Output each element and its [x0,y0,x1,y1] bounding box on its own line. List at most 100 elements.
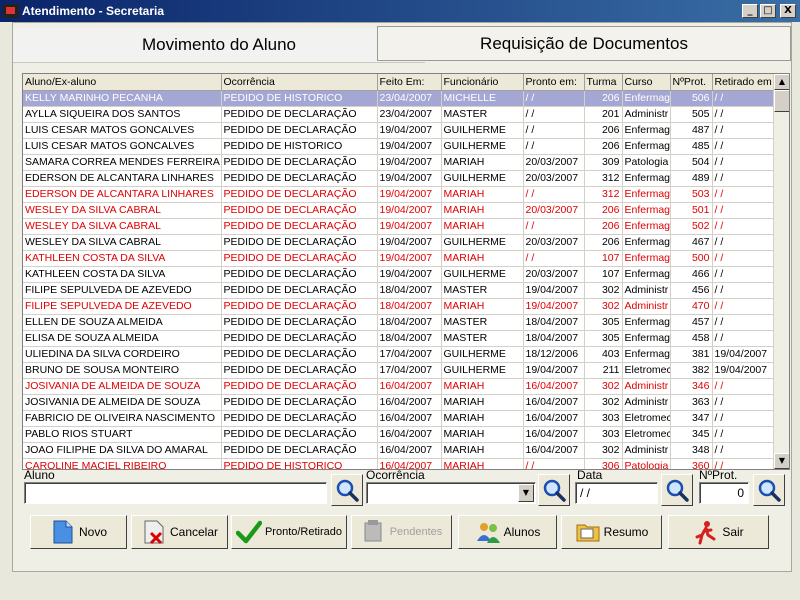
tab-movimento-aluno[interactable]: Movimento do Aluno [13,28,425,63]
table-cell: PEDIDO DE HISTORICO [221,458,378,469]
ocorrencia-label: Ocorrência [366,468,425,482]
table-cell: 505 [670,106,713,123]
pendentes-button[interactable]: Pendentes [351,515,452,549]
table-cell: 312 [584,186,623,203]
column-header[interactable]: Aluno/Ex-aluno [23,74,222,91]
table-cell: PEDIDO DE HISTORICO [221,90,378,107]
table-row[interactable]: WESLEY DA SILVA CABRAL PEDIDO DE DECLARAÇ… [23,234,775,251]
table-row[interactable]: ELLEN DE SOUZA ALMEIDA PEDIDO DE DECLARAÇ… [23,314,775,331]
table-cell: 20/03/2007 [523,154,585,171]
alunos-button[interactable]: Alunos [458,515,557,549]
table-cell: WESLEY DA SILVA CABRAL [23,202,222,219]
pronto-retirado-button[interactable]: Pronto/Retirado [231,515,347,549]
table-cell: / / [712,266,775,283]
column-header[interactable]: Retirado em [712,74,775,91]
search-data-button[interactable] [661,474,693,506]
data-input[interactable]: / / [575,482,658,504]
table-row[interactable]: EDERSON DE ALCANTARA LINHARES PEDIDO DE D… [23,186,775,203]
tab-requisicao-documentos[interactable]: Requisição de Documentos [377,26,791,61]
table-row[interactable]: LUIS CESAR MATOS GONCALVES PEDIDO DE HIST… [23,138,775,155]
table-cell: 309 [584,154,623,171]
table-row[interactable]: LUIS CESAR MATOS GONCALVES PEDIDO DE DECL… [23,122,775,139]
table-cell: 19/04/2007 [377,266,442,283]
table-cell: 20/03/2007 [523,234,585,251]
students-icon [475,519,501,545]
table-row[interactable]: JOAO FILIPHE DA SILVA DO AMARAL PEDIDO DE… [23,442,775,459]
table-cell: PEDIDO DE DECLARAÇÃO [221,314,378,331]
column-header[interactable]: Ocorrência [221,74,378,91]
table-row[interactable]: ELISA DE SOUZA ALMEIDA PEDIDO DE DECLARAÇ… [23,330,775,347]
table-cell: / / [712,410,775,427]
vertical-scrollbar[interactable]: ▲ ▼ [773,74,789,469]
table-row[interactable]: FILIPE SEPULVEDA DE AZEVEDO PEDIDO DE DEC… [23,298,775,315]
close-button[interactable]: X [780,4,796,18]
table-row[interactable]: JOSIVANIA DE ALMEIDA DE SOUZA PEDIDO DE D… [23,378,775,395]
scroll-down-icon[interactable]: ▼ [774,453,789,469]
table-cell: MARIAH [441,426,524,443]
column-header[interactable]: Curso [622,74,671,91]
scroll-up-icon[interactable]: ▲ [774,74,789,90]
table-row[interactable]: SAMARA CORREA MENDES FERREIRA PEDIDO DE D… [23,154,775,171]
chevron-down-icon[interactable]: ▼ [518,484,534,502]
search-aluno-button[interactable] [331,474,363,506]
ocorrencia-select[interactable] [366,482,536,504]
table-cell: MICHELLE [441,90,524,107]
resumo-button[interactable]: Resumo [561,515,662,549]
table-cell: 206 [584,122,623,139]
table-cell: 206 [584,218,623,235]
table-cell: Administr [622,282,671,299]
table-row[interactable]: KATHLEEN COSTA DA SILVA PEDIDO DE DECLARA… [23,266,775,283]
table-cell: 303 [584,426,623,443]
table-cell: MASTER [441,282,524,299]
table-row[interactable]: FILIPE SEPULVEDA DE AZEVEDO PEDIDO DE DEC… [23,282,775,299]
table-row[interactable]: WESLEY DA SILVA CABRAL PEDIDO DE DECLARAÇ… [23,218,775,235]
minimize-button[interactable]: _ [742,4,758,18]
table-cell: PEDIDO DE HISTORICO [221,138,378,155]
table-cell: 18/04/2007 [377,298,442,315]
table-row[interactable]: WESLEY DA SILVA CABRAL PEDIDO DE DECLARAÇ… [23,202,775,219]
column-header[interactable]: NºProt. [670,74,713,91]
table-row[interactable]: KELLY MARINHO PECANHA PEDIDO DE HISTORICO… [23,90,775,107]
table-row[interactable]: EDERSON DE ALCANTARA LINHARES PEDIDO DE D… [23,170,775,187]
table-cell: / / [523,186,585,203]
maximize-button[interactable]: □ [760,4,776,18]
table-cell: 19/04/2007 [377,218,442,235]
table-cell: JOSIVANIA DE ALMEIDA DE SOUZA [23,378,222,395]
table-cell: AYLLA SIQUEIRA DOS SANTOS [23,106,222,123]
table-row[interactable]: AYLLA SIQUEIRA DOS SANTOS PEDIDO DE DECLA… [23,106,775,123]
nprot-input[interactable]: 0 [699,482,749,504]
cancelar-button[interactable]: Cancelar [131,515,228,549]
table-row[interactable]: JOSIVANIA DE ALMEIDA DE SOUZA PEDIDO DE D… [23,394,775,411]
table-cell: 211 [584,362,623,379]
table-row[interactable]: KATHLEEN COSTA DA SILVA PEDIDO DE DECLARA… [23,250,775,267]
table-cell: PEDIDO DE DECLARAÇÃO [221,298,378,315]
table-row[interactable]: PABLO RIOS STUART PEDIDO DE DECLARAÇÃO 16/… [23,426,775,443]
scroll-thumb[interactable] [774,90,789,112]
table-cell: 348 [670,442,713,459]
table-cell: BRUNO DE SOUSA MONTEIRO [23,362,222,379]
aluno-label: Aluno [24,468,55,482]
column-header[interactable]: Feito Em: [377,74,442,91]
sair-button[interactable]: Sair [668,515,769,549]
table-row[interactable]: BRUNO DE SOUSA MONTEIRO PEDIDO DE DECLARA… [23,362,775,379]
column-header[interactable]: Pronto em: [523,74,585,91]
novo-button[interactable]: Novo [30,515,127,549]
table-cell: / / [523,138,585,155]
table-cell: PEDIDO DE DECLARAÇÃO [221,218,378,235]
search-ocorrencia-button[interactable] [538,474,570,506]
table-row[interactable]: ULIEDINA DA SILVA CORDEIRO PEDIDO DE DECL… [23,346,775,363]
table-cell: 16/04/2007 [377,410,442,427]
column-header[interactable]: Funcionário [441,74,524,91]
column-header[interactable]: Turma [584,74,623,91]
sair-label: Sair [722,525,744,539]
table-cell: 18/04/2007 [377,282,442,299]
aluno-input[interactable] [24,482,327,504]
table-cell: WESLEY DA SILVA CABRAL [23,218,222,235]
table-cell: MARIAH [441,154,524,171]
table-cell: 23/04/2007 [377,90,442,107]
search-nprot-button[interactable] [753,474,785,506]
table-cell: Administr [622,106,671,123]
table-row[interactable]: FABRICIO DE OLIVEIRA NASCIMENTO PEDIDO DE… [23,410,775,427]
requests-grid[interactable]: Aluno/Ex-aluno Ocorrência Feito Em: Funcion… [22,73,790,470]
table-cell: Enfermag [622,250,671,267]
